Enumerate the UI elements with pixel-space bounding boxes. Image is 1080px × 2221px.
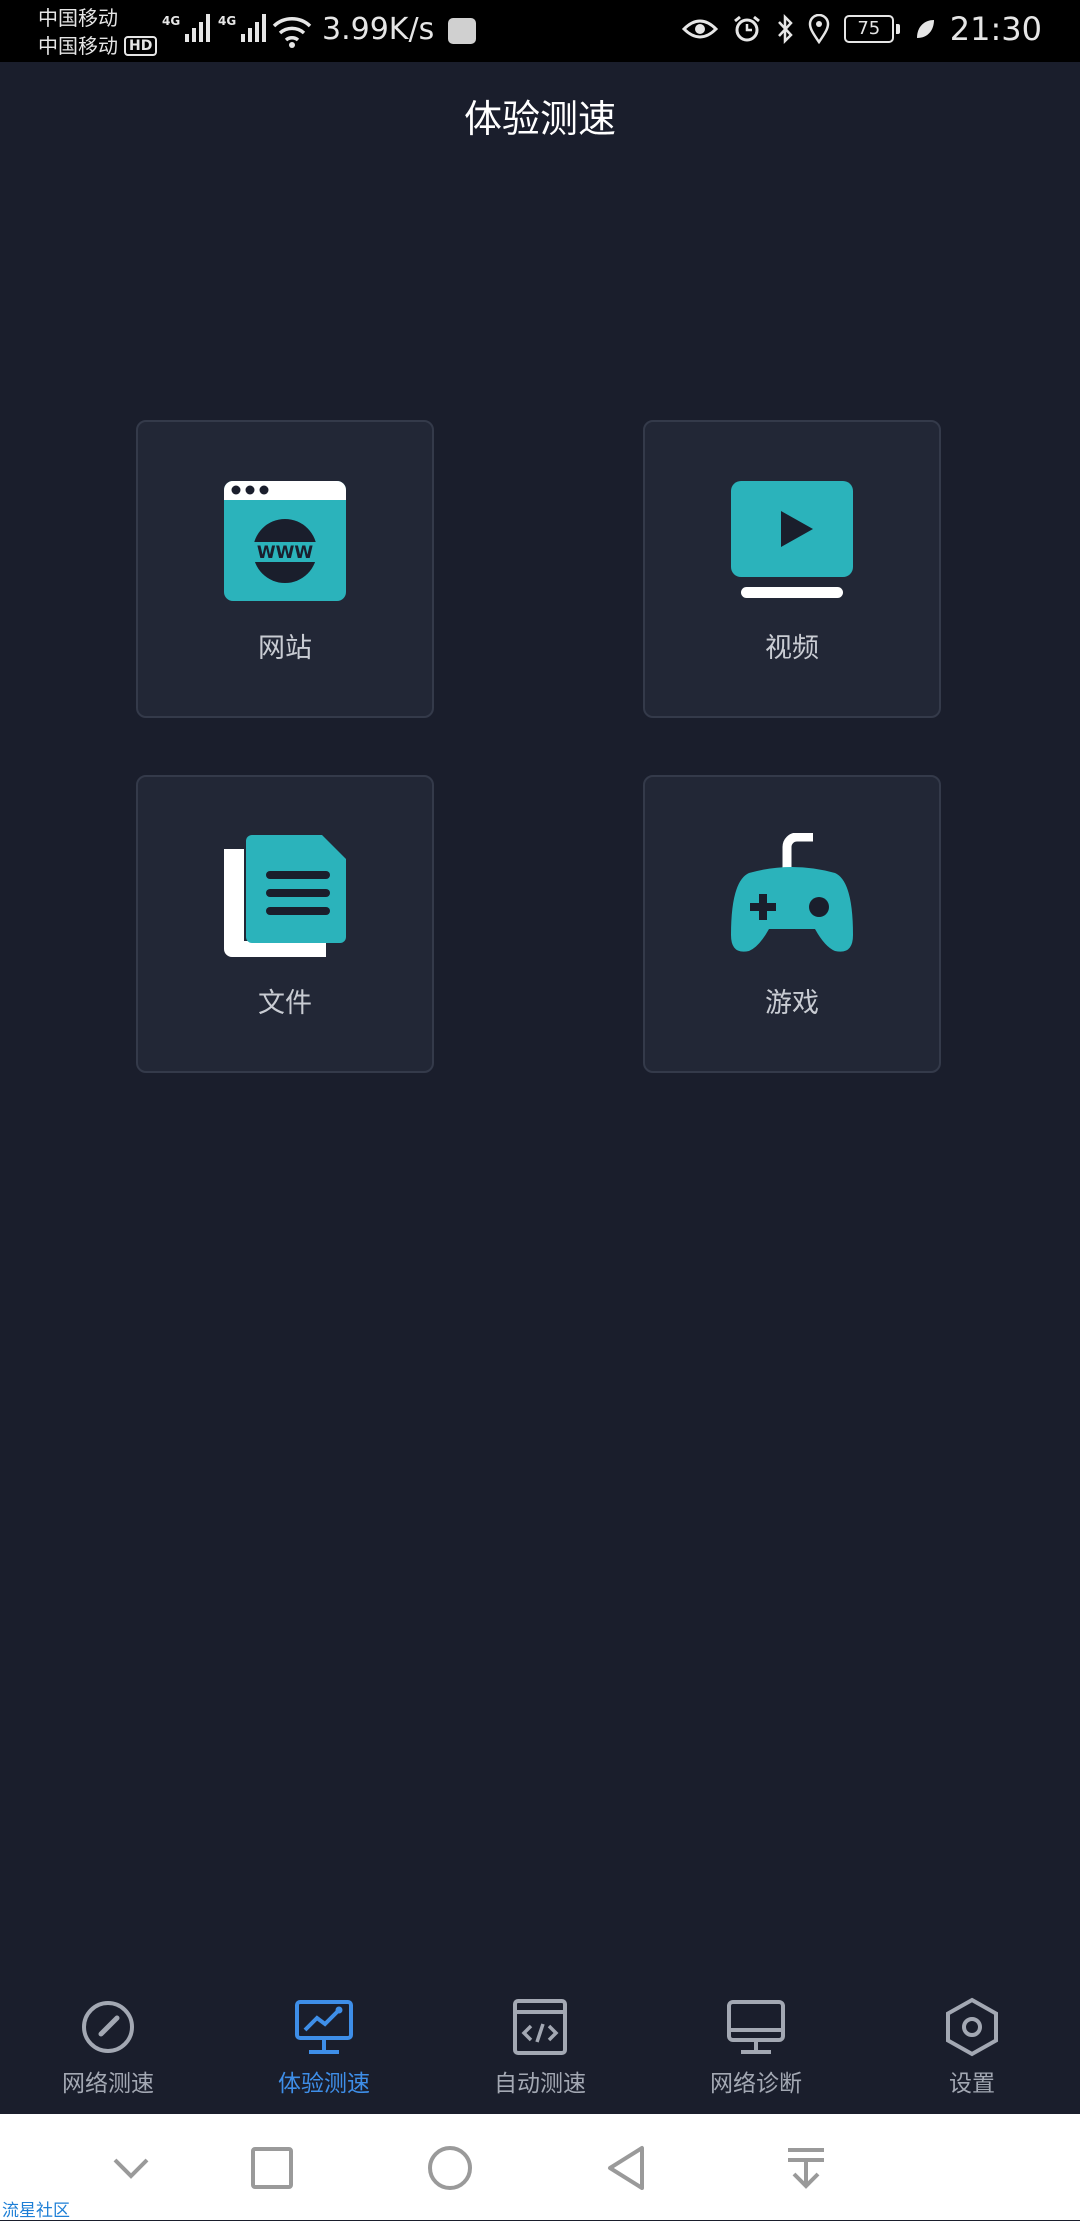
carrier-info: 中国移动 中国移动 HD xyxy=(38,4,158,60)
signal-2-icon: 4G xyxy=(218,14,267,42)
code-window-icon xyxy=(513,1999,567,2055)
battery-indicator: 75 xyxy=(843,15,900,43)
card-file-label: 文件 xyxy=(258,988,312,1019)
tab-settings[interactable]: 设置 xyxy=(882,1996,1062,2098)
card-file[interactable]: 文件 xyxy=(136,775,434,1073)
website-www-icon: WWW xyxy=(224,481,346,601)
bottom-tab-bar: 网络测速 体验测速 自动测速 网络诊断 设置 xyxy=(0,1970,1080,2114)
www-text: WWW xyxy=(257,543,314,563)
bluetooth-icon xyxy=(777,14,793,44)
card-game[interactable]: 游戏 xyxy=(643,775,941,1073)
recent-apps-square-icon[interactable] xyxy=(242,2138,302,2198)
alarm-icon xyxy=(733,15,760,42)
desktop-monitor-icon xyxy=(727,2000,785,2054)
eye-icon xyxy=(681,19,718,39)
system-nav-bar: 流星社区 xyxy=(0,2114,1080,2221)
hd-badge: HD xyxy=(124,36,158,56)
notification-app-icon xyxy=(448,18,476,44)
eco-leaf-icon xyxy=(916,20,934,38)
card-video[interactable]: 视频 xyxy=(643,420,941,718)
home-circle-icon[interactable] xyxy=(420,2138,480,2198)
tab-auto-speed[interactable]: 自动测速 xyxy=(450,1996,630,2098)
tab-network-speed[interactable]: 网络测速 xyxy=(18,1996,198,2098)
tab-network-speed-label: 网络测速 xyxy=(62,2071,154,2097)
tab-experience-speed[interactable]: 体验测速 xyxy=(234,1996,414,2098)
chevron-down-icon[interactable] xyxy=(101,2138,161,2198)
file-document-icon xyxy=(224,835,346,957)
tab-auto-speed-label: 自动测速 xyxy=(494,2071,586,2097)
clock: 21:30 xyxy=(949,10,1042,48)
card-website-label: 网站 xyxy=(258,633,312,664)
monitor-chart-icon xyxy=(295,2000,353,2054)
tab-network-diagnosis[interactable]: 网络诊断 xyxy=(666,1996,846,2098)
gear-hexagon-icon xyxy=(946,1997,998,2057)
network-speed: 3.99K/s xyxy=(322,12,435,47)
wifi-icon xyxy=(272,17,312,48)
carrier-2: 中国移动 xyxy=(38,34,118,58)
status-bar: 中国移动 中国移动 HD 4G 4G 3.99K/s 75 21:30 xyxy=(0,0,1080,62)
card-website[interactable]: WWW 网站 xyxy=(136,420,434,718)
card-video-label: 视频 xyxy=(765,633,819,664)
status-right: 75 21:30 xyxy=(681,10,1042,48)
speedometer-icon xyxy=(82,2001,134,2053)
pull-down-notification-icon[interactable] xyxy=(776,2138,836,2198)
back-triangle-icon[interactable] xyxy=(598,2138,658,2198)
signal-1-icon: 4G xyxy=(162,14,211,42)
carrier-1: 中国移动 xyxy=(38,6,118,30)
location-icon xyxy=(808,14,830,44)
tab-experience-speed-label: 体验测速 xyxy=(278,2071,370,2097)
tab-network-diagnosis-label: 网络诊断 xyxy=(710,2071,802,2097)
tab-settings-label: 设置 xyxy=(949,2071,995,2097)
gamepad-icon xyxy=(731,833,853,952)
watermark: 流星社区 xyxy=(2,2201,70,2221)
page-title: 体验测速 xyxy=(463,97,616,141)
video-play-icon xyxy=(731,481,853,598)
card-game-label: 游戏 xyxy=(765,988,819,1019)
